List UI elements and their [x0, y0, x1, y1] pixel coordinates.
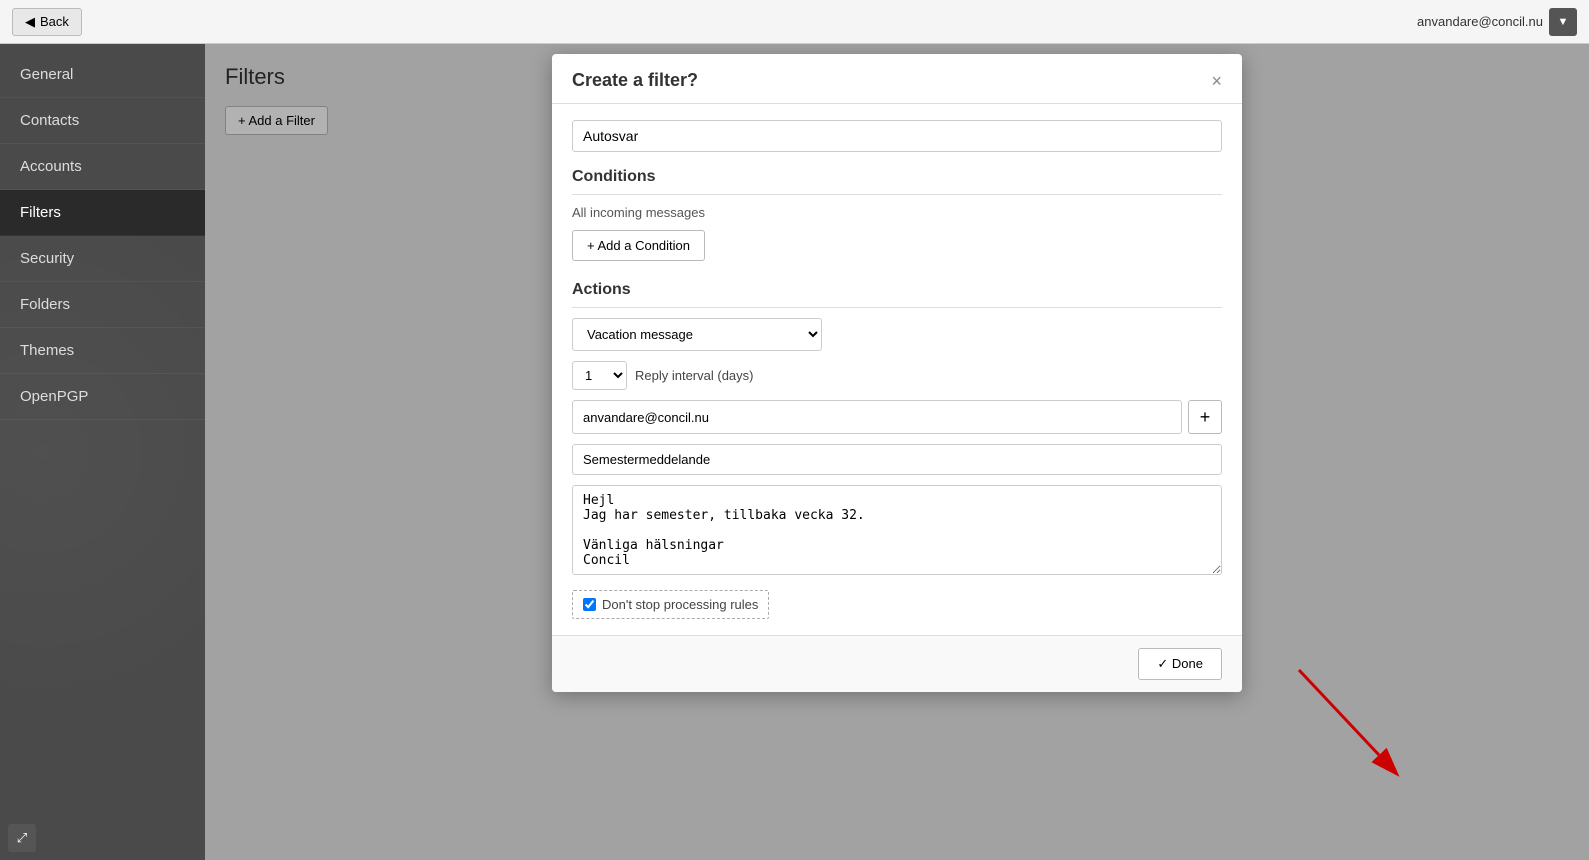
sidebar-item-filters[interactable]: Filters — [0, 190, 205, 236]
dont-stop-label: Don't stop processing rules — [602, 597, 758, 612]
actions-section: Actions Vacation message Move to folder … — [572, 281, 1222, 619]
add-condition-label: + Add a Condition — [587, 238, 690, 253]
add-condition-button[interactable]: + Add a Condition — [572, 230, 705, 261]
sidebar-item-folders[interactable]: Folders — [0, 282, 205, 328]
sidebar-item-label: OpenPGP — [20, 388, 88, 405]
filter-name-input[interactable] — [572, 120, 1222, 152]
back-button[interactable]: ◀ Back — [12, 8, 82, 36]
conditions-title: Conditions — [572, 168, 1222, 195]
expand-button[interactable]: ⤢ — [8, 824, 36, 852]
interval-select[interactable]: 1 2 3 5 7 14 30 — [572, 361, 627, 390]
add-email-button[interactable]: + — [1188, 400, 1222, 434]
main-layout: General Contacts Accounts Filters Securi… — [0, 44, 1589, 860]
arrow-annotation — [1289, 660, 1409, 780]
dont-stop-checkbox[interactable] — [583, 598, 596, 611]
done-label: ✓ Done — [1157, 656, 1203, 672]
sidebar-item-openpgp[interactable]: OpenPGP — [0, 374, 205, 420]
sidebar-item-label: Contacts — [20, 112, 79, 129]
topbar: ◀ Back anvandare@concil.nu ▼ — [0, 0, 1589, 44]
subject-input[interactable] — [572, 444, 1222, 475]
sidebar-item-accounts[interactable]: Accounts — [0, 144, 205, 190]
modal-close-button[interactable]: × — [1211, 72, 1222, 90]
modal-body: Conditions All incoming messages + Add a… — [552, 104, 1242, 635]
modal-footer: ✓ Done — [552, 635, 1242, 692]
sidebar-item-label: Accounts — [20, 158, 82, 175]
back-label: Back — [40, 14, 69, 29]
user-dropdown-icon: ▼ — [1558, 16, 1569, 28]
user-info: anvandare@concil.nu ▼ — [1417, 8, 1577, 36]
conditions-section: Conditions All incoming messages + Add a… — [572, 168, 1222, 277]
sidebar-item-label: Security — [20, 250, 74, 267]
user-email: anvandare@concil.nu — [1417, 14, 1543, 29]
sidebar-item-label: Themes — [20, 342, 74, 359]
sidebar: General Contacts Accounts Filters Securi… — [0, 44, 205, 860]
expand-icon: ⤢ — [17, 830, 27, 846]
close-icon: × — [1211, 71, 1222, 91]
interval-label: Reply interval (days) — [635, 368, 754, 383]
user-dropdown-button[interactable]: ▼ — [1549, 8, 1577, 36]
message-textarea[interactable] — [572, 485, 1222, 575]
modal-overlay: Create a filter? × Conditions All incomi… — [205, 44, 1589, 860]
sidebar-item-label: Filters — [20, 204, 61, 221]
sidebar-item-general[interactable]: General — [0, 52, 205, 98]
modal-title: Create a filter? — [572, 70, 698, 91]
back-arrow-icon: ◀ — [25, 14, 35, 30]
modal-header: Create a filter? × — [552, 54, 1242, 104]
actions-title: Actions — [572, 281, 1222, 308]
modal: Create a filter? × Conditions All incomi… — [552, 54, 1242, 692]
plus-icon: + — [1200, 407, 1211, 428]
sidebar-item-label: General — [20, 66, 73, 83]
email-input[interactable] — [572, 400, 1182, 434]
done-button[interactable]: ✓ Done — [1138, 648, 1222, 680]
sidebar-item-themes[interactable]: Themes — [0, 328, 205, 374]
action-select[interactable]: Vacation message Move to folder Mark as … — [572, 318, 822, 351]
all-incoming-text: All incoming messages — [572, 205, 1222, 220]
content-area: Filters + Add a Filter Create a filter? … — [205, 44, 1589, 860]
email-row: + — [572, 400, 1222, 434]
sidebar-item-contacts[interactable]: Contacts — [0, 98, 205, 144]
dont-stop-container: Don't stop processing rules — [572, 590, 769, 619]
sidebar-item-security[interactable]: Security — [0, 236, 205, 282]
sidebar-item-label: Folders — [20, 296, 70, 313]
reply-interval-row: 1 2 3 5 7 14 30 Reply interval (days) — [572, 361, 1222, 390]
